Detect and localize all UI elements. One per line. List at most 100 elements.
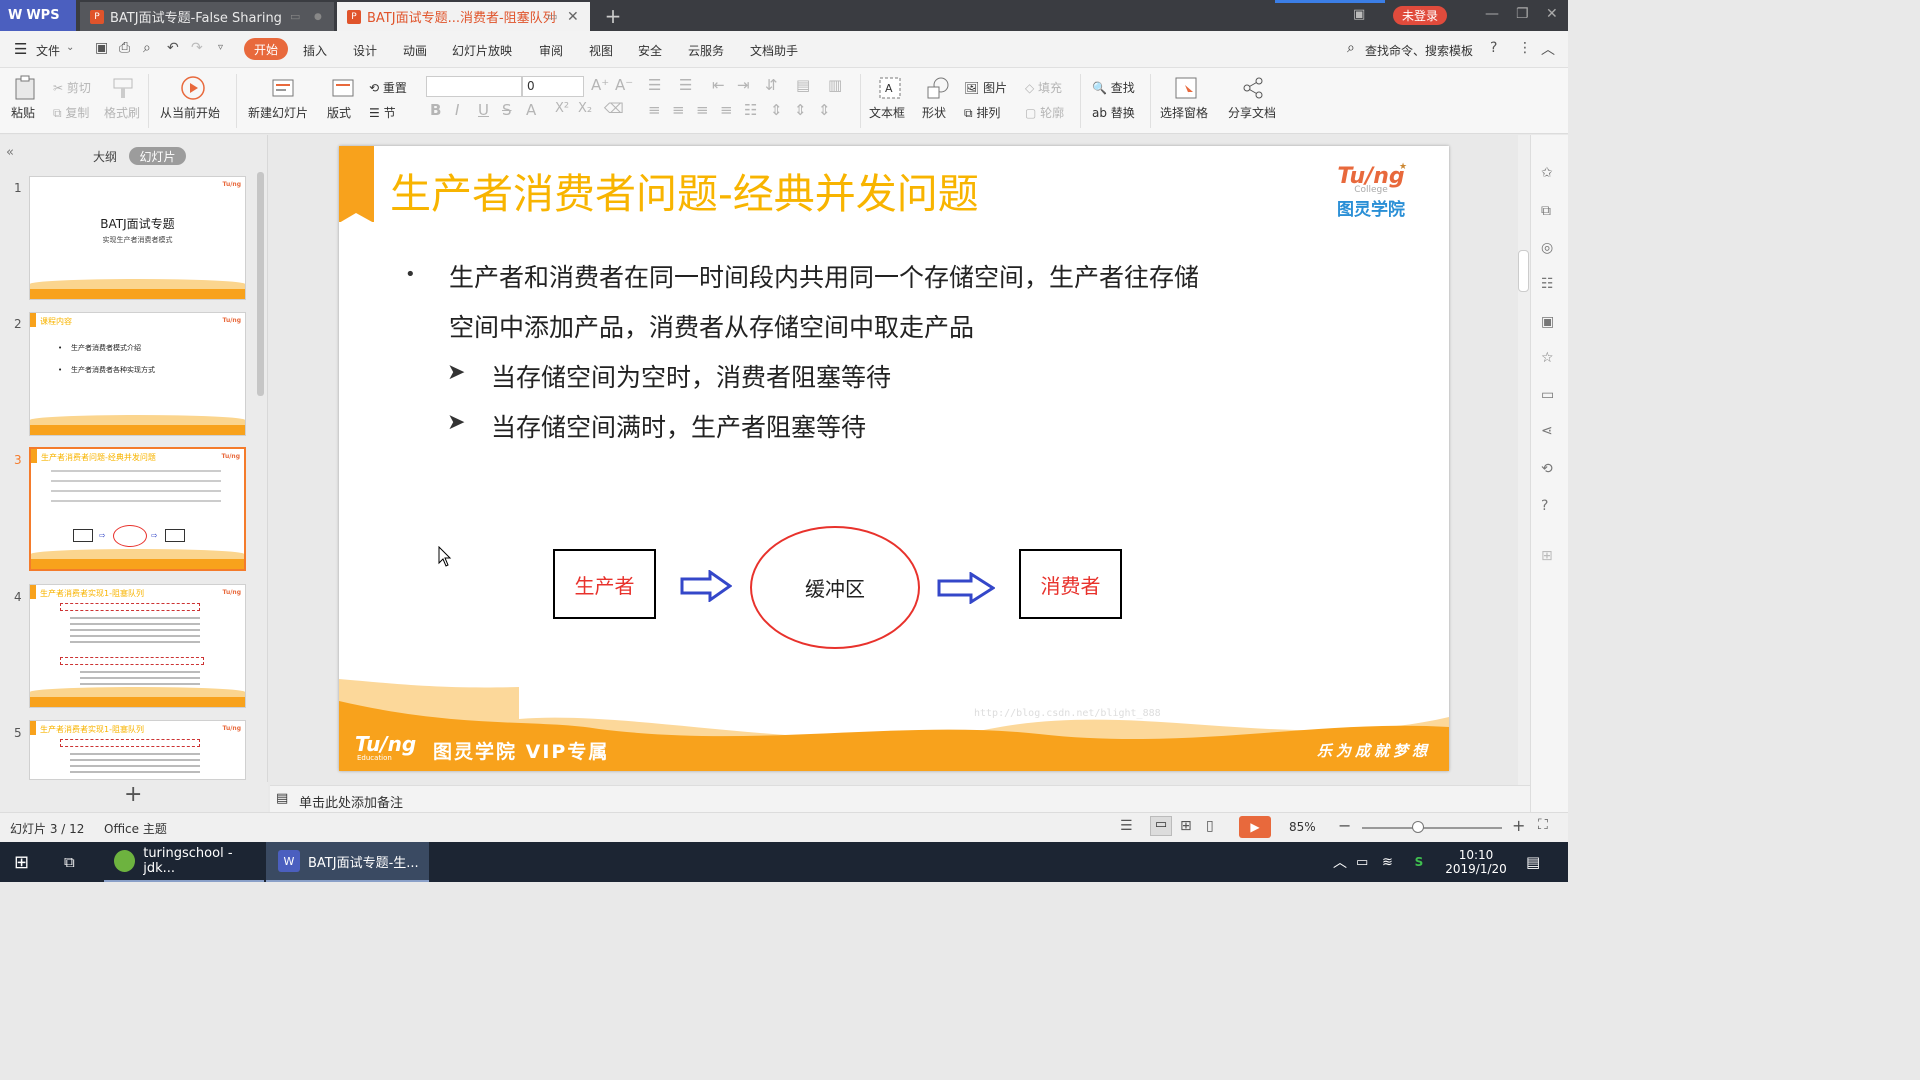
increase-indent-icon[interactable]: ⇥ [737, 76, 750, 94]
text-direction-icon[interactable]: ⇵ [765, 76, 778, 94]
current-slide[interactable]: 生产者消费者问题-经典并发问题 Tu/ng College 图灵学院 ★ • 生… [339, 146, 1449, 771]
scroll-thumb[interactable] [1518, 250, 1529, 292]
star-icon[interactable]: ☆ [1541, 350, 1559, 368]
font-name-input[interactable] [426, 76, 522, 97]
minimize-icon[interactable]: — [1485, 6, 1499, 22]
textbox-icon[interactable]: A [877, 75, 903, 101]
fit-window-icon[interactable]: ⛶ [1538, 817, 1548, 833]
menu-tab-slideshow[interactable]: 幻灯片放映 [452, 42, 512, 59]
dot-icon[interactable]: ● [314, 12, 322, 22]
sorter-view-icon[interactable]: ⊞ [1180, 818, 1192, 834]
reading-view-icon[interactable]: ▯ [1206, 818, 1214, 834]
consumer-box[interactable]: 消费者 [1019, 549, 1122, 619]
menu-tab-design[interactable]: 设计 [353, 42, 377, 59]
play-from-current-button[interactable]: 从当前开始 [160, 104, 220, 121]
underline-icon[interactable]: U [478, 101, 489, 119]
paste-icon[interactable] [13, 75, 39, 101]
slide-thumb-5[interactable]: 生产者消费者实现1-阻塞队列 Tu/ng [29, 720, 246, 780]
file-menu[interactable]: 文件 [36, 42, 60, 59]
save-icon[interactable]: ▣ [95, 40, 108, 56]
layout-icon[interactable]: ▣ [1353, 7, 1365, 22]
section-button[interactable]: ☰ 节 [369, 104, 396, 121]
picture-button[interactable]: 🖼 图片 [964, 79, 1007, 96]
producer-box[interactable]: 生产者 [553, 549, 656, 619]
login-button[interactable]: 未登录 [1393, 6, 1447, 25]
close-window-icon[interactable]: ✕ [1546, 6, 1558, 22]
smartart-icon[interactable]: ▥ [828, 76, 842, 94]
search-icon[interactable]: ⌕ [1347, 40, 1355, 56]
slide-title[interactable]: 生产者消费者问题-经典并发问题 [390, 160, 979, 220]
paste-button[interactable]: 粘贴 [11, 104, 35, 121]
wifi-icon[interactable]: ≋ [1382, 842, 1393, 882]
textbox-button[interactable]: 文本框 [869, 104, 905, 121]
menu-tab-cloud[interactable]: 云服务 [688, 42, 724, 59]
subscript-icon[interactable]: X₂ [578, 101, 592, 116]
grow-font-icon[interactable]: A⁺ [591, 76, 609, 94]
arrange-button[interactable]: ⧉ 排列 [964, 104, 1000, 121]
collapse-ribbon-icon[interactable]: ︿ [1541, 39, 1555, 59]
undo-icon[interactable]: ↶ [167, 40, 179, 56]
tray-chevron-icon[interactable]: ︿ [1333, 842, 1347, 882]
shapes-icon[interactable]: ◎ [1541, 240, 1559, 258]
bullet-list-icon[interactable]: ☰ [648, 76, 661, 94]
bullet-main-line2[interactable]: 空间中添加产品，消费者从存储空间中取走产品 [449, 308, 974, 344]
battery-icon[interactable]: ▭ [1356, 842, 1368, 882]
superscript-icon[interactable]: X² [555, 101, 569, 116]
menu-tab-animation[interactable]: 动画 [403, 42, 427, 59]
menu-tab-review[interactable]: 审阅 [539, 42, 563, 59]
object-icon[interactable]: ⧉ [1541, 203, 1559, 221]
sogou-icon[interactable]: S [1410, 842, 1428, 882]
windows-start-icon[interactable]: ⊞ [14, 842, 29, 882]
line-spacing-icon[interactable]: ⇕ [770, 101, 783, 119]
restore-icon[interactable]: ❐ [1516, 6, 1529, 22]
share-icon[interactable]: ⋖ [1541, 423, 1559, 441]
columns-icon[interactable]: ⇕ [818, 101, 831, 119]
menu-tab-security[interactable]: 安全 [638, 42, 662, 59]
fill-button[interactable]: ◇ 填充 [1025, 79, 1062, 96]
align-right-icon[interactable]: ≡ [696, 101, 709, 119]
layout-button[interactable]: 版式 [327, 104, 351, 121]
command-search[interactable]: 查找命令、搜索模板 [1365, 42, 1473, 59]
menu-tab-insert[interactable]: 插入 [303, 42, 327, 59]
new-slide-button[interactable]: 新建幻灯片 [248, 104, 308, 121]
play-slideshow-button[interactable]: ▶ [1239, 816, 1271, 838]
notes-placeholder[interactable]: 单击此处添加备注 [299, 792, 403, 811]
help-icon[interactable]: ? [1490, 40, 1497, 56]
zoom-out-icon[interactable]: − [1338, 816, 1351, 835]
zoom-slider[interactable] [1362, 827, 1502, 829]
print-preview-icon[interactable]: ⌕ [143, 40, 151, 56]
copy-button[interactable]: ⧉ 复制 [53, 104, 89, 121]
hamburger-icon[interactable]: ☰ [14, 40, 27, 58]
menu-tab-start[interactable]: 开始 [244, 38, 288, 60]
help-icon[interactable]: ? [1541, 498, 1559, 516]
chevron-down-icon[interactable]: ⌄ [66, 42, 74, 53]
adjust-icon[interactable]: ☷ [1541, 276, 1559, 294]
history-icon[interactable]: ⟲ [1541, 461, 1559, 479]
replace-button[interactable]: ab 替换 [1092, 104, 1135, 121]
share-icon[interactable] [1240, 75, 1266, 101]
font-color-icon[interactable]: A [526, 101, 536, 119]
shrink-font-icon[interactable]: A⁻ [615, 76, 633, 94]
notes-toggle-icon[interactable]: ☰ [1120, 818, 1133, 834]
screen-icon[interactable]: ▭ [547, 10, 557, 23]
zoom-in-icon[interactable]: + [1512, 816, 1525, 835]
task-view-icon[interactable]: ⧉ [64, 842, 75, 882]
align-center-icon[interactable]: ≡ [672, 101, 685, 119]
picture-icon[interactable]: ▣ [1541, 314, 1559, 332]
new-tab-button[interactable]: + [600, 4, 626, 28]
notes-bar[interactable]: ▤ 单击此处添加备注 [270, 785, 1530, 812]
strikethrough-icon[interactable]: S [502, 101, 512, 119]
slide-thumb-1[interactable]: Tu/ng BATJ面试专题 实现生产者消费者模式 [29, 176, 246, 300]
quick-access-dropdown-icon[interactable]: ▿ [218, 42, 223, 53]
font-size-input[interactable]: 0 [522, 76, 584, 97]
print-icon[interactable]: ⎙ [119, 40, 130, 56]
layout-icon[interactable] [330, 75, 356, 101]
justify-icon[interactable]: ≡ [720, 101, 733, 119]
doc-tab-blocking-queue[interactable]: P BATJ面试专题...消费者-阻塞队列 ▭ ✕ [337, 2, 590, 31]
new-slide-icon[interactable] [270, 75, 296, 101]
normal-view-icon[interactable]: ▭ [1150, 816, 1172, 836]
pin-icon[interactable]: ✩ [1541, 165, 1559, 183]
notification-icon[interactable]: ▤ [1526, 842, 1540, 882]
selection-pane-icon[interactable] [1173, 75, 1199, 101]
add-slide-button[interactable]: + [124, 782, 142, 807]
